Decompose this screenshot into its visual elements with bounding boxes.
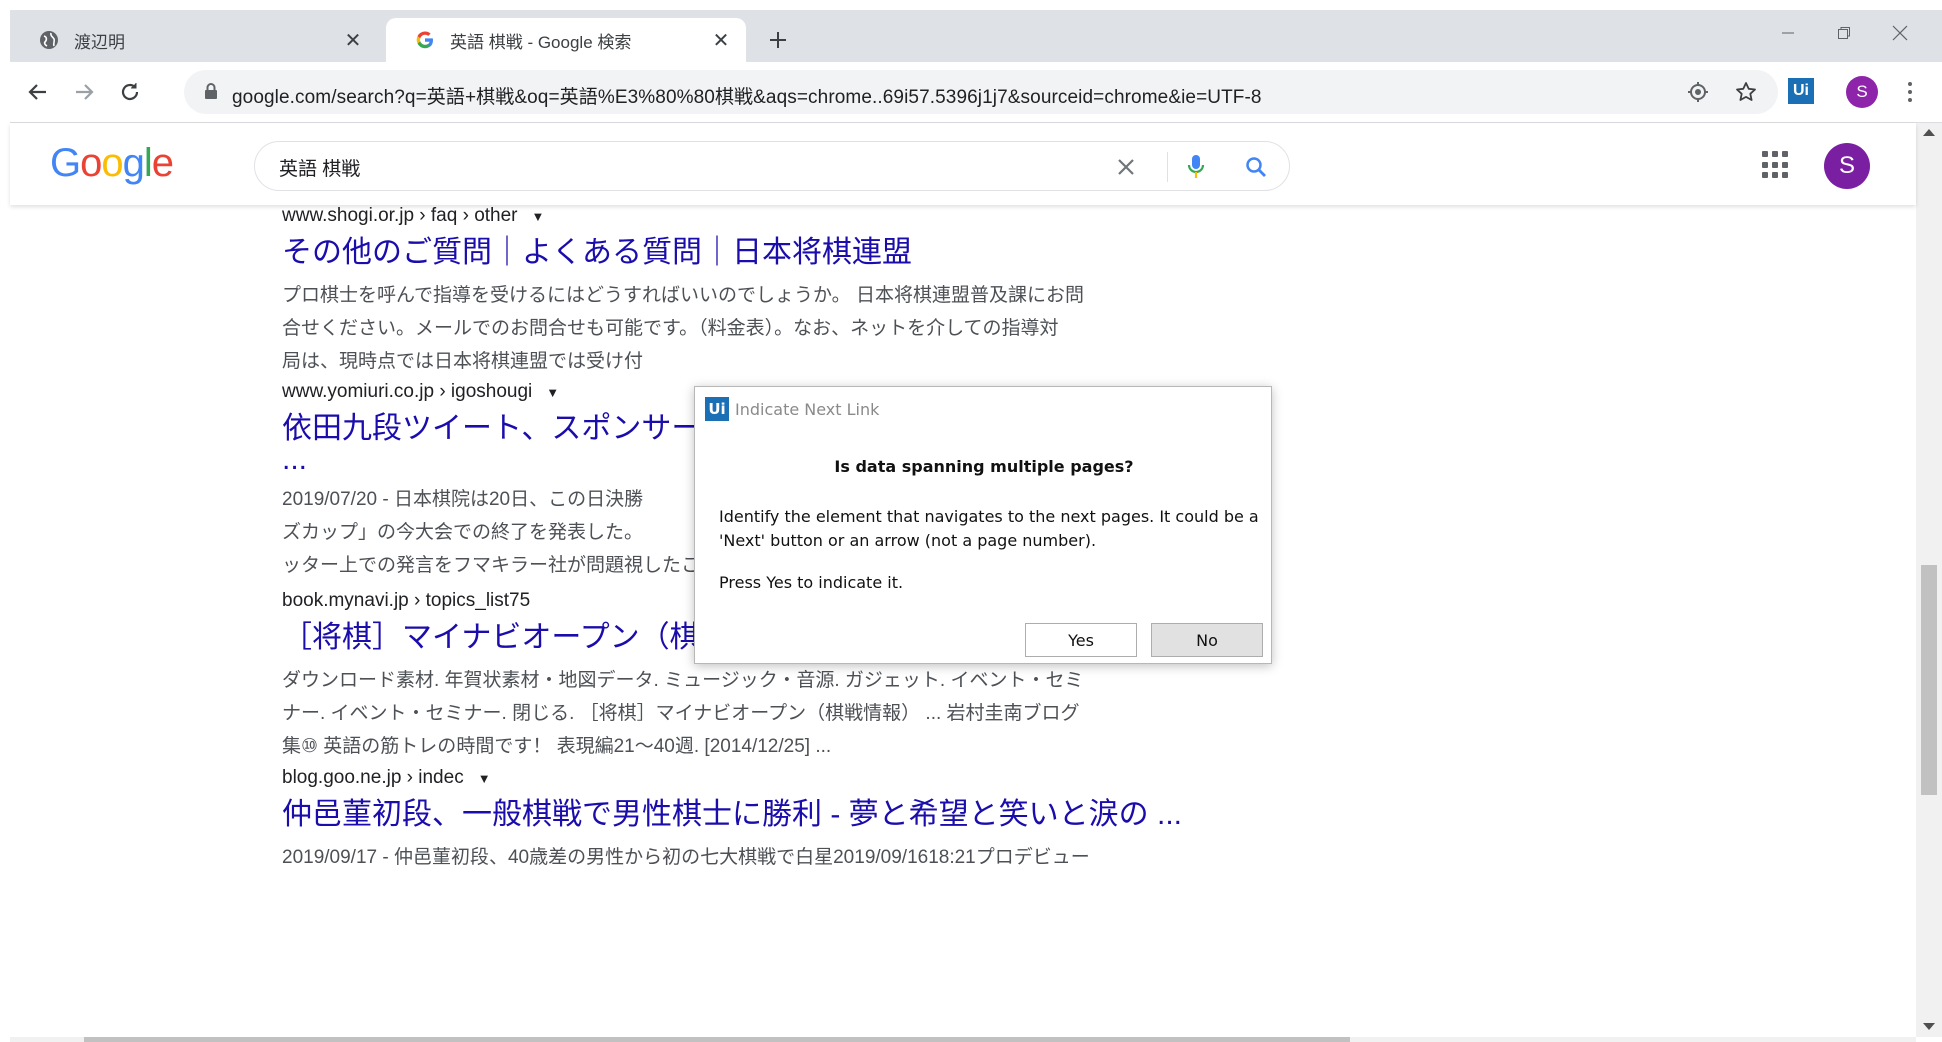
- close-window-icon[interactable]: [1872, 18, 1928, 48]
- tab-close-icon[interactable]: ✕: [708, 27, 734, 53]
- globe-icon: [38, 29, 60, 51]
- dialog-heading: Is data spanning multiple pages?: [834, 457, 1134, 476]
- forward-arrow-icon[interactable]: [68, 76, 100, 108]
- caret-down-icon[interactable]: ▼: [532, 209, 545, 224]
- microphone-icon[interactable]: [1183, 154, 1209, 180]
- result-title-link[interactable]: 仲邑菫初段、一般棋戦で男性棋士に勝利 - 夢と希望と笑いと涙の ...: [282, 795, 1182, 835]
- google-account-avatar[interactable]: S: [1824, 143, 1870, 189]
- google-search-header: Google 英語 棋戦 S: [10, 123, 1916, 205]
- browser-toolbar: google.com/search?q=英語+棋戦&oq=英語%E3%80%80…: [10, 62, 1942, 123]
- google-apps-icon[interactable]: [1762, 151, 1790, 179]
- reload-icon[interactable]: [114, 76, 146, 108]
- tab-title: 渡辺明: [74, 32, 125, 52]
- snippet-line: ナー. イベント・セミナー. 閉じる. ［将棋］マイナビオープン（棋戦情報） .…: [282, 703, 1080, 724]
- snippet-line: 集⑩ 英語の筋トレの時間です！ 表現編21～40週. [2014/12/25] …: [282, 736, 832, 757]
- result-snippet: プロ棋士を呼んで指導を受けるにはどうすればいいのでしょうか。 日本将棋連盟普及課…: [282, 279, 1182, 378]
- clear-search-icon[interactable]: [1113, 154, 1139, 180]
- browser-menu-icon[interactable]: [1900, 76, 1920, 108]
- google-logo-letter: G: [50, 141, 81, 185]
- google-logo[interactable]: Google: [50, 141, 174, 186]
- back-arrow-icon[interactable]: [22, 76, 54, 108]
- horizontal-scrollbar-thumb[interactable]: [84, 1037, 1350, 1042]
- new-tab-plus-icon[interactable]: [762, 24, 794, 56]
- address-bar[interactable]: google.com/search?q=英語+棋戦&oq=英語%E3%80%80…: [184, 70, 1778, 114]
- result-title-link[interactable]: その他のご質問｜よくある質問｜日本将棋連盟: [282, 233, 1182, 273]
- snippet-line: 合せください。メールでのお問合せも可能です。（料金表）。なお、ネットを介しての指…: [282, 318, 1059, 339]
- no-button[interactable]: No: [1151, 623, 1263, 657]
- result-url[interactable]: www.shogi.or.jp › faq › other: [282, 205, 518, 227]
- snippet-line: プロ棋士を呼んで指導を受けるにはどうすればいいのでしょうか。 日本将棋連盟普及課…: [282, 285, 1084, 306]
- caret-down-icon[interactable]: ▼: [546, 385, 559, 400]
- caret-down-icon[interactable]: ▼: [478, 771, 491, 786]
- result-cite[interactable]: www.shogi.or.jp › faq › other ▼: [282, 205, 1182, 227]
- scroll-down-arrow-icon[interactable]: [1923, 1023, 1935, 1030]
- result-snippet: ダウンロード素材. 年賀状素材・地図データ. ミュージック・音源. ガジェット.…: [282, 664, 1182, 763]
- google-logo-letter: g: [122, 141, 145, 185]
- result-url[interactable]: blog.goo.ne.jp › indec: [282, 767, 464, 789]
- google-g-icon: [414, 29, 436, 51]
- tab-close-icon[interactable]: ✕: [340, 27, 366, 53]
- browser-window: 渡辺明 ✕ 英語 棋戦 - Google 検索 ✕ google.com/sea…: [10, 10, 1942, 1042]
- google-logo-letter: e: [151, 141, 174, 185]
- snippet-line: ダウンロード素材. 年賀状素材・地図データ. ミュージック・音源. ガジェット.…: [282, 670, 1084, 691]
- snippet-line: 局は、現時点では日本将棋連盟では受け付: [282, 351, 644, 372]
- scrollbar-thumb[interactable]: [1921, 565, 1937, 795]
- profile-avatar[interactable]: S: [1846, 76, 1878, 108]
- search-query[interactable]: 英語 棋戦: [279, 154, 360, 181]
- result-url[interactable]: www.yomiuri.co.jp › igoshougi: [282, 381, 532, 403]
- search-icon[interactable]: [1243, 154, 1269, 180]
- tab-inactive[interactable]: 渡辺明 ✕: [10, 18, 378, 62]
- search-box[interactable]: 英語 棋戦: [254, 141, 1290, 191]
- google-logo-letter: o: [101, 141, 123, 185]
- result-cite[interactable]: blog.goo.ne.jp › indec ▼: [282, 767, 1182, 789]
- url-text: google.com/search?q=英語+棋戦&oq=英語%E3%80%80…: [232, 87, 1262, 108]
- yes-button[interactable]: Yes: [1025, 623, 1137, 657]
- search-divider: [1167, 152, 1168, 182]
- uipath-logo-icon: Ui: [705, 397, 729, 421]
- result-snippet: 2019/09/17 - 仲邑菫初段、40歳差の男性から初の七大棋戦で白星201…: [282, 841, 1182, 874]
- dialog-instruction: Press Yes to indicate it.: [719, 573, 904, 592]
- uipath-extension-icon[interactable]: Ui: [1788, 78, 1814, 104]
- dialog-titlebar: Ui Indicate Next Link: [705, 397, 879, 421]
- result-url[interactable]: book.mynavi.jp › topics_list75: [282, 590, 530, 612]
- google-logo-letter: l: [143, 141, 153, 185]
- minimize-icon[interactable]: [1760, 18, 1816, 48]
- horizontal-scrollbar[interactable]: [10, 1037, 1916, 1042]
- scroll-up-arrow-icon[interactable]: [1923, 129, 1935, 136]
- dialog-title: Indicate Next Link: [735, 399, 880, 419]
- indicate-next-link-dialog: Ui Indicate Next Link Is data spanning m…: [694, 386, 1272, 664]
- dialog-body: Identify the element that navigates to t…: [719, 507, 1259, 550]
- google-logo-letter: o: [80, 141, 102, 185]
- tab-strip: 渡辺明 ✕ 英語 棋戦 - Google 検索 ✕: [10, 10, 1942, 62]
- bookmark-star-icon[interactable]: [1734, 80, 1758, 104]
- snippet-line: 2019/09/17 - 仲邑菫初段、40歳差の男性から初の七大棋戦で白星201…: [282, 847, 1090, 868]
- vertical-scrollbar[interactable]: [1916, 123, 1942, 1037]
- search-result: www.shogi.or.jp › faq › other ▼ その他のご質問｜よ…: [282, 205, 1182, 378]
- location-target-icon[interactable]: [1686, 80, 1710, 104]
- restore-icon[interactable]: [1816, 18, 1872, 48]
- search-result: blog.goo.ne.jp › indec ▼ 仲邑菫初段、一般棋戦で男性棋士に…: [282, 767, 1182, 874]
- lock-icon[interactable]: [204, 82, 218, 105]
- tab-title: 英語 棋戦 - Google 検索: [450, 32, 632, 52]
- tab-active[interactable]: 英語 棋戦 - Google 検索 ✕: [386, 18, 746, 62]
